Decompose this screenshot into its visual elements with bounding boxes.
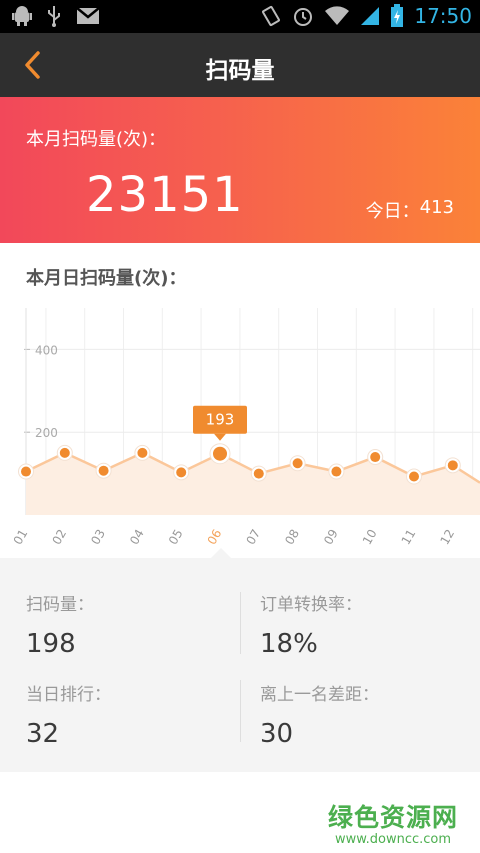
data-point bbox=[292, 458, 303, 469]
monthly-scan-value: 23151 bbox=[86, 167, 244, 223]
y-tick-label: 200 bbox=[35, 426, 58, 440]
status-time: 17:50 bbox=[414, 4, 472, 28]
today-value: 413 bbox=[419, 197, 454, 218]
wifi-icon bbox=[325, 6, 350, 26]
rank-stat: 当日排行： 32 bbox=[26, 680, 111, 749]
data-point bbox=[331, 466, 342, 477]
x-tick-label: 08 bbox=[282, 527, 302, 547]
gmail-icon bbox=[76, 7, 100, 24]
day-stats-panel: 扫码量： 198 订单转换率： 18% 当日排行： 32 离上一名差距： 30 bbox=[0, 548, 480, 772]
status-bar: 17:50 bbox=[0, 0, 480, 33]
scan-count-stat: 扫码量： 198 bbox=[26, 590, 94, 659]
android-debug-icon bbox=[12, 6, 32, 26]
x-tick-label: 06 bbox=[205, 527, 225, 547]
monthly-summary: 本月扫码量(次)： 23151 今日： 413 bbox=[0, 97, 480, 243]
data-point bbox=[253, 468, 264, 479]
divider bbox=[240, 680, 241, 742]
page-title: 扫码量 bbox=[205, 58, 275, 84]
daily-scan-chart[interactable]: 200 400 193 01 02 03 04 05 06 07 08 09 10 11 12 bbox=[0, 308, 480, 558]
rank-label: 当日排行： bbox=[26, 685, 111, 705]
scan-count-value: 198 bbox=[26, 629, 76, 659]
x-tick-label: 01 bbox=[11, 527, 31, 547]
x-tick-label: 12 bbox=[437, 527, 457, 547]
x-tick-label: 09 bbox=[321, 527, 341, 547]
battery-charging-icon bbox=[391, 4, 404, 27]
watermark-name: 绿色资源网 bbox=[327, 803, 458, 832]
gap-label: 离上一名差距： bbox=[260, 685, 379, 705]
y-tick-label: 400 bbox=[35, 343, 58, 357]
data-point bbox=[59, 447, 70, 458]
signal-icon bbox=[361, 7, 380, 25]
conversion-stat: 订单转换率： 18% bbox=[260, 590, 362, 659]
x-tick-label: 03 bbox=[88, 527, 108, 547]
divider bbox=[240, 592, 241, 654]
today-label: 今日： bbox=[365, 201, 420, 222]
x-tick-label: 04 bbox=[127, 527, 147, 547]
watermark-url: www.downcc.com bbox=[334, 832, 452, 847]
chart-svg: 200 400 193 01 02 03 04 05 06 07 08 09 10 11 12 bbox=[11, 308, 480, 547]
scan-count-label: 扫码量： bbox=[26, 595, 94, 615]
gap-stat: 离上一名差距： 30 bbox=[260, 680, 379, 749]
selection-pointer bbox=[210, 548, 232, 559]
gap-value: 30 bbox=[260, 719, 294, 749]
x-tick-label: 05 bbox=[166, 527, 186, 547]
data-point bbox=[447, 460, 458, 471]
nav-bar: 扫码量 bbox=[0, 33, 480, 97]
alarm-icon bbox=[294, 8, 313, 26]
x-tick-label: 02 bbox=[49, 527, 69, 547]
data-point bbox=[21, 466, 31, 477]
data-point bbox=[176, 467, 187, 478]
data-point bbox=[409, 471, 419, 482]
x-tick-label: 10 bbox=[360, 527, 380, 547]
tooltip-pointer bbox=[214, 433, 226, 441]
monthly-scan-label: 本月扫码量(次)： bbox=[26, 129, 167, 150]
data-point bbox=[213, 446, 227, 461]
chart-title: 本月日扫码量(次)： bbox=[26, 268, 187, 289]
usb-icon bbox=[48, 6, 60, 27]
conversion-value: 18% bbox=[260, 629, 318, 659]
data-point bbox=[370, 452, 381, 463]
today-count: 今日： 413 bbox=[366, 197, 454, 223]
watermark: 绿色资源网 www.downcc.com bbox=[328, 798, 458, 847]
tooltip-label: 193 bbox=[206, 411, 235, 429]
data-point bbox=[98, 465, 109, 476]
data-point bbox=[137, 447, 148, 458]
conversion-label: 订单转换率： bbox=[260, 595, 362, 615]
vibrate-icon bbox=[262, 5, 281, 27]
rank-value: 32 bbox=[26, 719, 60, 749]
x-tick-label: 11 bbox=[399, 527, 419, 547]
x-tick-label: 07 bbox=[243, 527, 263, 547]
